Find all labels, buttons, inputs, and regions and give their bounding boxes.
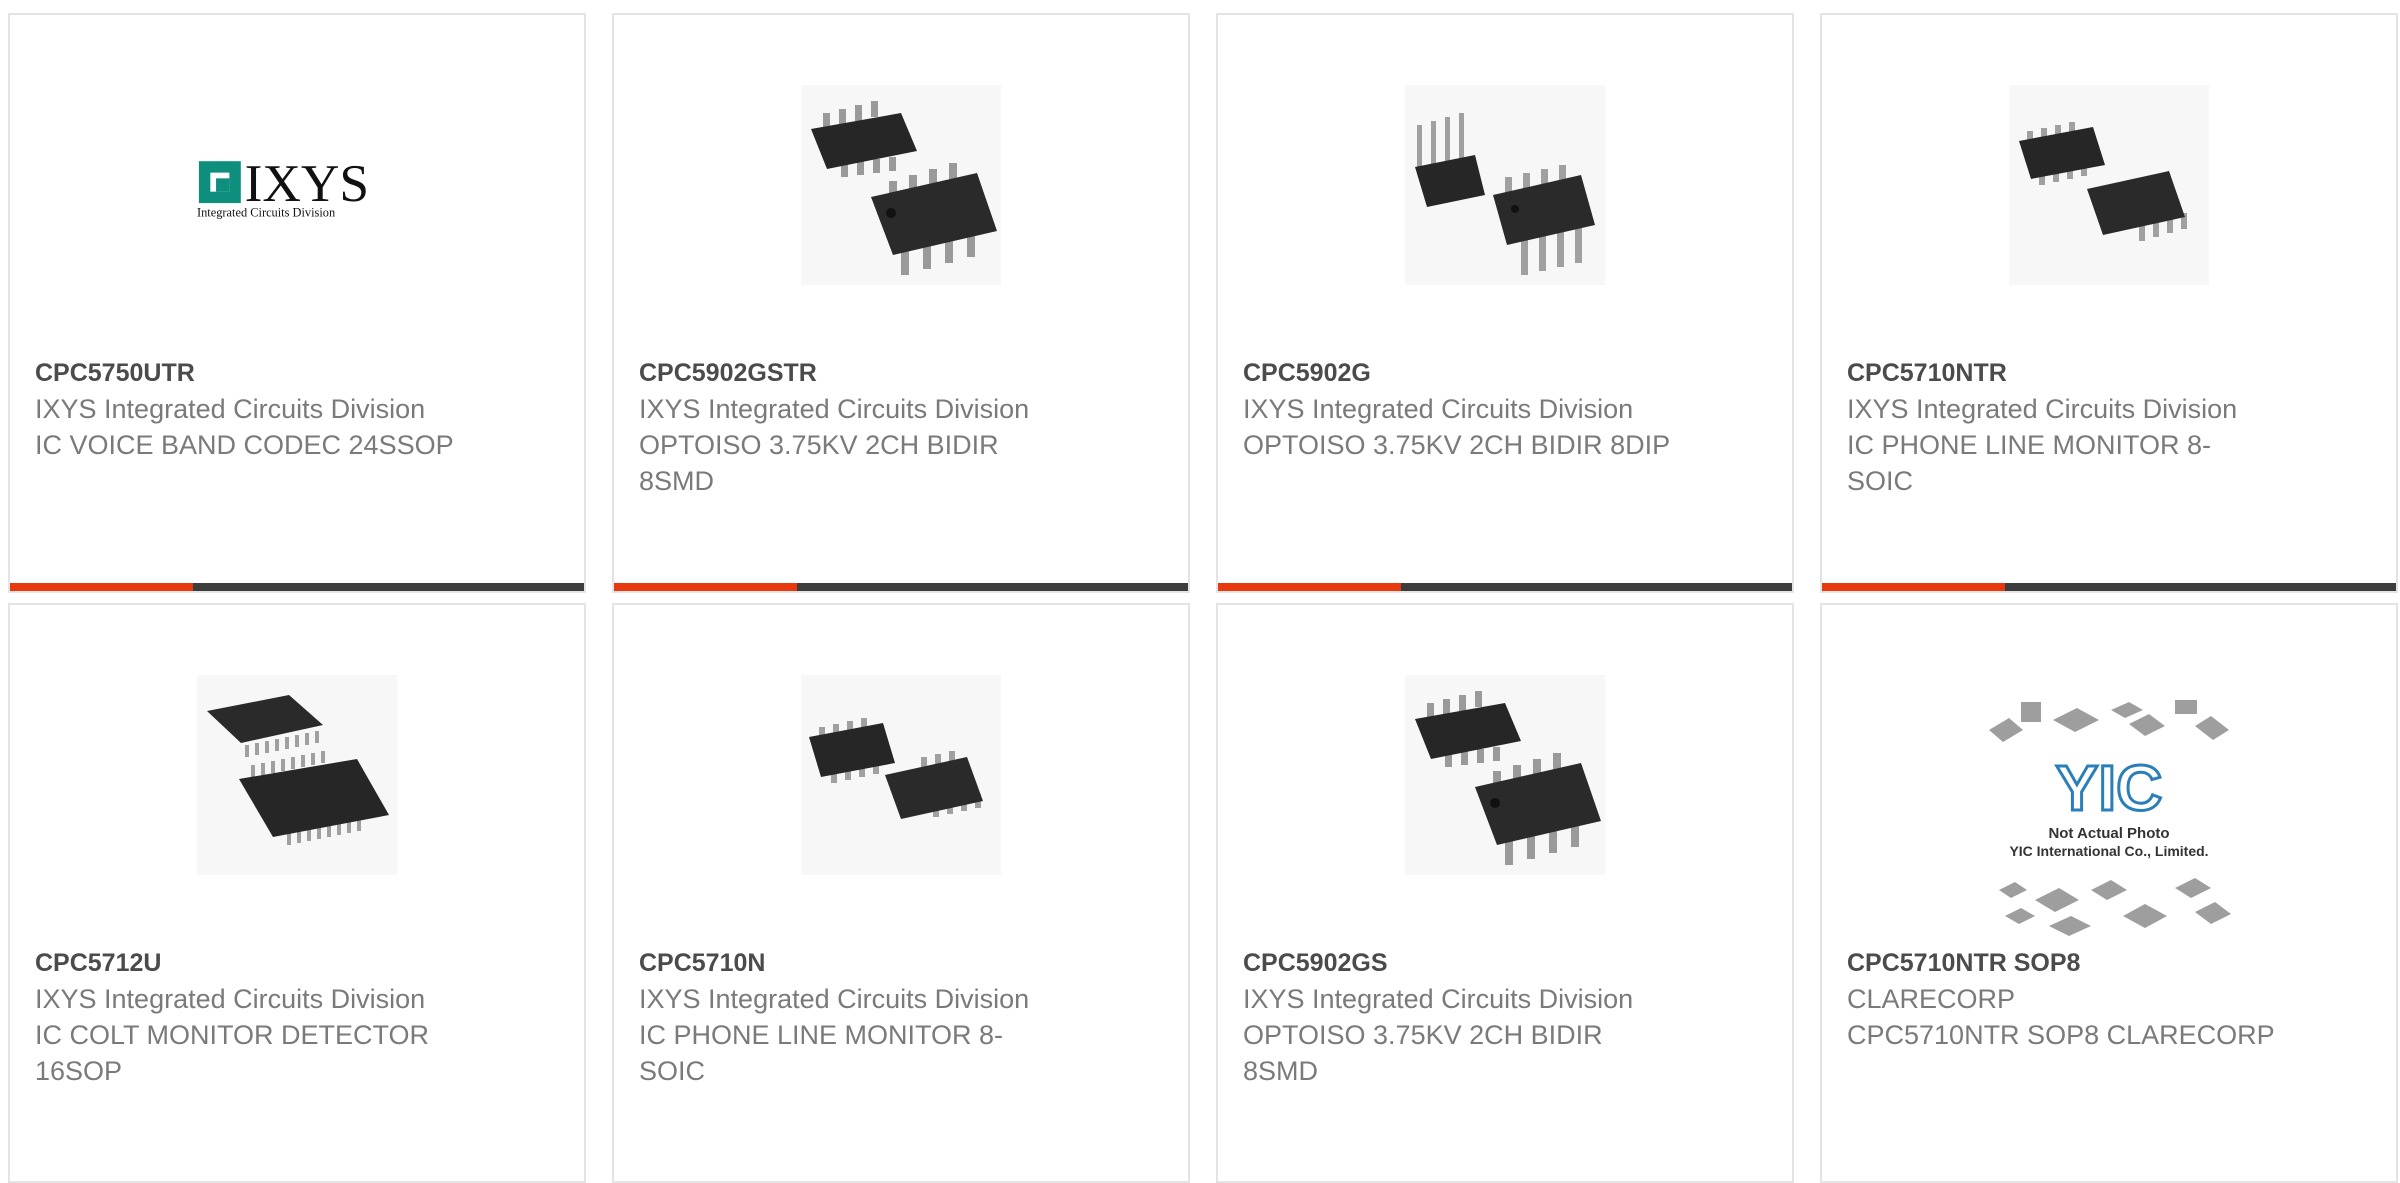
manufacturer-name: IXYS Integrated Circuits Division (639, 984, 1030, 1014)
product-card[interactable]: CPC5710NTR IXYS Integrated Circuits Divi… (1820, 13, 2398, 593)
yic-logo: YIC (2056, 752, 2163, 824)
part-number-link[interactable]: CPC5902G (1243, 355, 1673, 391)
product-card[interactable]: IXYS Integrated Circuits Division CPC575… (8, 13, 586, 593)
ixys-logo-subtitle: Integrated Circuits Division (197, 205, 335, 219)
part-number-link[interactable]: CPC5750UTR (35, 355, 465, 391)
card-hover-bar (1822, 583, 2396, 591)
card-hover-bar (10, 583, 584, 591)
card-accent (1218, 583, 1401, 591)
product-card[interactable]: CPC5902GSTR IXYS Integrated Circuits Div… (612, 13, 1190, 593)
ixys-logo-text: IXYS (245, 153, 369, 213)
part-number-link[interactable]: CPC5710NTR (1847, 355, 2277, 391)
product-image-placeholder[interactable]: YIC Not Actual Photo YIC International C… (1979, 690, 2239, 940)
product-grid: IXYS Integrated Circuits Division CPC575… (8, 13, 2398, 1183)
manufacturer-name: IXYS Integrated Circuits Division (1243, 394, 1634, 424)
product-description: IC VOICE BAND CODEC 24SSOP (35, 430, 454, 460)
manufacturer-name: IXYS Integrated Circuits Division (35, 394, 426, 424)
product-card[interactable]: YIC Not Actual Photo YIC International C… (1820, 603, 2398, 1183)
card-hover-bar (1218, 583, 1792, 591)
product-description: OPTOISO 3.75KV 2CH BIDIR 8SMD (1243, 1020, 1603, 1086)
manufacturer-name: IXYS Integrated Circuits Division (35, 984, 426, 1014)
product-image-ixys-logo[interactable]: IXYS Integrated Circuits Division (197, 85, 397, 285)
product-image-soic8[interactable] (1405, 675, 1605, 875)
manufacturer-name: IXYS Integrated Circuits Division (1847, 394, 2238, 424)
product-image-sop16[interactable] (197, 675, 397, 875)
product-description: CPC5710NTR SOP8 CLARECORP (1847, 1020, 2275, 1050)
product-image-dip8[interactable] (1405, 85, 1605, 285)
product-image-soic8[interactable] (801, 85, 1001, 285)
manufacturer-name: CLARECORP (1847, 984, 2016, 1014)
part-number-link[interactable]: CPC5902GS (1243, 945, 1673, 981)
part-number-link[interactable]: CPC5710NTR SOP8 (1847, 945, 2277, 981)
product-card[interactable]: CPC5712U IXYS Integrated Circuits Divisi… (8, 603, 586, 1183)
manufacturer-name: IXYS Integrated Circuits Division (639, 394, 1030, 424)
product-card[interactable]: CPC5902G IXYS Integrated Circuits Divisi… (1216, 13, 1794, 593)
placeholder-caption-line2: YIC International Co., Limited. (2009, 843, 2208, 859)
product-card[interactable]: CPC5710N IXYS Integrated Circuits Divisi… (612, 603, 1190, 1183)
manufacturer-name: IXYS Integrated Circuits Division (1243, 984, 1634, 1014)
part-number-link[interactable]: CPC5902GSTR (639, 355, 1069, 391)
product-image-soic8[interactable] (2009, 85, 2209, 285)
placeholder-caption-line1: Not Actual Photo (2048, 825, 2169, 842)
card-hover-bar (614, 583, 1188, 591)
product-description: OPTOISO 3.75KV 2CH BIDIR 8DIP (1243, 430, 1671, 460)
part-number-link[interactable]: CPC5710N (639, 945, 1069, 981)
product-card[interactable]: CPC5902GS IXYS Integrated Circuits Divis… (1216, 603, 1794, 1183)
part-number-link[interactable]: CPC5712U (35, 945, 465, 981)
product-description: IC COLT MONITOR DETECTOR 16SOP (35, 1020, 430, 1086)
product-description: OPTOISO 3.75KV 2CH BIDIR 8SMD (639, 430, 999, 496)
card-accent (1822, 583, 2005, 591)
product-image-soic8[interactable] (801, 675, 1001, 875)
product-description: IC PHONE LINE MONITOR 8-SOIC (639, 1020, 1004, 1086)
card-accent (10, 583, 193, 591)
product-description: IC PHONE LINE MONITOR 8-SOIC (1847, 430, 2212, 496)
card-accent (614, 583, 797, 591)
